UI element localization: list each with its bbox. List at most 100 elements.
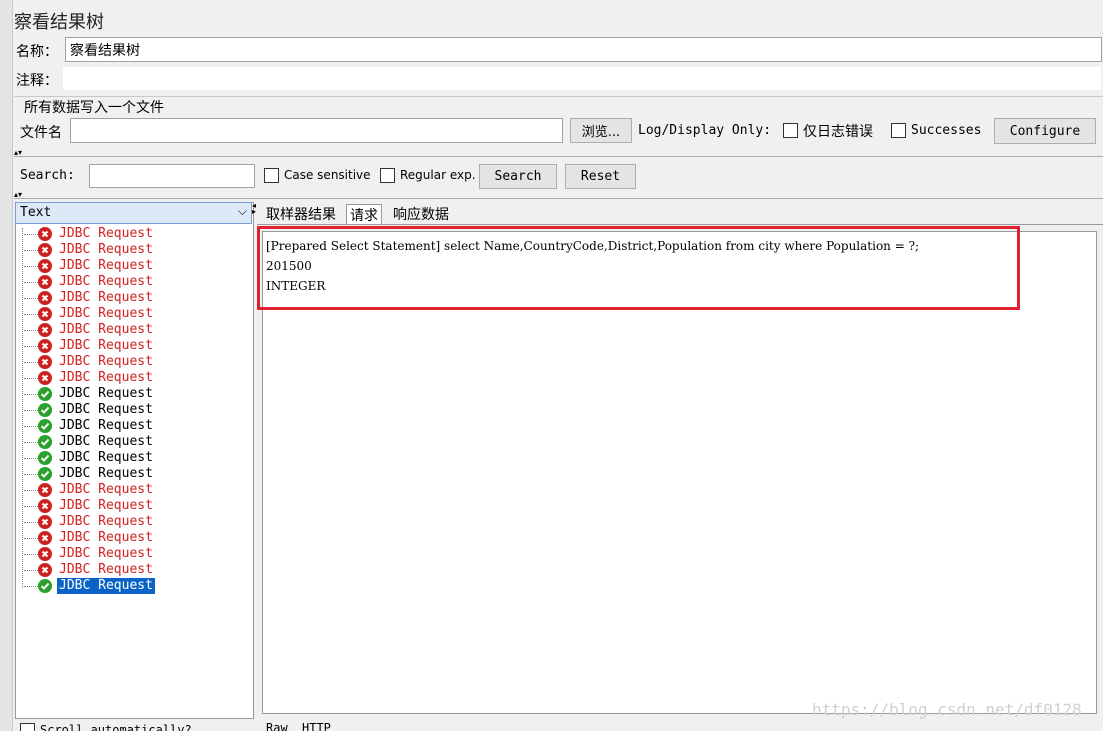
renderer-select-value: Text	[20, 205, 52, 220]
tree-connector	[24, 250, 38, 251]
comment-input[interactable]	[62, 66, 1102, 91]
successes-checkbox[interactable]	[891, 123, 906, 138]
tree-connector	[24, 554, 38, 555]
error-shield-icon	[38, 547, 52, 561]
highlight-box	[257, 226, 1020, 310]
tree-row-label: JDBC Request	[59, 402, 153, 417]
tree-row-label: JDBC Request	[59, 226, 153, 241]
tree-connector	[24, 378, 38, 379]
case-sensitive-label: Case sensitive	[284, 168, 371, 182]
tree-connector	[24, 442, 38, 443]
success-shield-icon	[38, 451, 52, 465]
tree-connector	[24, 298, 38, 299]
bottom-tabs: Raw HTTP	[262, 718, 342, 731]
tree-row-label: JDBC Request	[59, 562, 153, 577]
watermark: https://blog.csdn.net/df0128	[812, 700, 1082, 719]
tree-connector	[24, 410, 38, 411]
error-shield-icon	[38, 339, 52, 353]
success-shield-icon	[38, 387, 52, 401]
filename-input[interactable]	[70, 118, 563, 143]
filename-label: 文件名	[20, 125, 62, 141]
tree-row-label: JDBC Request	[59, 322, 153, 337]
error-shield-icon	[38, 563, 52, 577]
tab-request[interactable]: 请求	[346, 204, 382, 225]
tab-response-data[interactable]: 响应数据	[390, 204, 452, 224]
tree-connector	[24, 506, 38, 507]
case-sensitive-checkbox[interactable]	[264, 168, 279, 183]
reset-button[interactable]: Reset	[565, 164, 636, 189]
tree-row-label: JDBC Request	[59, 354, 153, 369]
tree-row-label: JDBC Request	[59, 418, 153, 433]
error-shield-icon	[38, 259, 52, 273]
tree-connector	[24, 458, 38, 459]
tree-row-label: JDBC Request	[59, 466, 153, 481]
tree-row-label: JDBC Request	[59, 546, 153, 561]
tree-row-label: JDBC Request	[59, 530, 153, 545]
scroll-auto-label: Scroll automatically?	[40, 723, 192, 731]
success-shield-icon	[38, 403, 52, 417]
error-shield-icon	[38, 275, 52, 289]
tree-row-label: JDBC Request	[59, 242, 153, 257]
errors-only-checkbox[interactable]	[783, 123, 798, 138]
separator-line	[14, 156, 1103, 157]
tree-connector	[24, 234, 38, 235]
window-left-border	[0, 0, 13, 731]
tree-row-label: JDBC Request	[59, 274, 153, 289]
scroll-auto-row: Scroll automatically?	[16, 720, 256, 731]
success-shield-icon	[38, 579, 52, 593]
tree-connector	[24, 522, 38, 523]
log-display-label: Log/Display Only:	[638, 123, 772, 138]
tree-row-label: JDBC Request	[59, 434, 153, 449]
tree-connector	[24, 362, 38, 363]
tree-connector	[24, 490, 38, 491]
configure-button[interactable]: Configure	[994, 118, 1096, 144]
error-shield-icon	[38, 307, 52, 321]
tab-raw[interactable]: Raw	[266, 721, 288, 731]
errors-only-label: 仅日志错误	[803, 124, 873, 140]
error-shield-icon	[38, 483, 52, 497]
tree-row-label: JDBC Request	[59, 338, 153, 353]
tree-row-label: JDBC Request	[59, 306, 153, 321]
search-label: Search:	[20, 168, 75, 183]
tree-connector	[24, 394, 38, 395]
tree-row-label: JDBC Request	[59, 386, 153, 401]
tree-row-label: JDBC Request	[59, 290, 153, 305]
results-tree: JDBC Request JDBC Request JDBC Request JDBC…	[16, 226, 251, 716]
tree-row-label: JDBC Request	[59, 258, 153, 273]
browse-button[interactable]: 浏览...	[570, 118, 632, 143]
file-section-title: 所有数据写入一个文件	[22, 97, 166, 117]
name-label: 名称：	[16, 44, 58, 60]
tabs-baseline	[257, 224, 1103, 225]
tree-connector	[24, 570, 38, 571]
tree-row-label: JDBC Request	[59, 450, 153, 465]
separator-line-2	[14, 198, 1103, 199]
regular-exp-checkbox[interactable]	[380, 168, 395, 183]
success-shield-icon	[38, 419, 52, 433]
renderer-select[interactable]: Text ⌵	[15, 202, 252, 224]
error-shield-icon	[38, 515, 52, 529]
splitter-vertical-handle[interactable]: ◂ ▸	[252, 202, 256, 216]
search-input[interactable]	[89, 164, 255, 188]
tree-connector	[24, 330, 38, 331]
tab-http[interactable]: HTTP	[302, 721, 331, 731]
tree-row-label: JDBC Request	[57, 578, 155, 594]
tree-connector	[24, 282, 38, 283]
success-shield-icon	[38, 467, 52, 481]
error-shield-icon	[38, 499, 52, 513]
error-shield-icon	[38, 531, 52, 545]
tree-connector	[24, 346, 38, 347]
tree-connector	[24, 586, 38, 587]
tree-row-label: JDBC Request	[59, 482, 153, 497]
tree-row-label: JDBC Request	[59, 370, 153, 385]
tree-connector	[24, 426, 38, 427]
tree-row-label: JDBC Request	[59, 498, 153, 513]
regular-exp-label: Regular exp.	[400, 168, 476, 182]
success-shield-icon	[38, 435, 52, 449]
tree-connector	[24, 538, 38, 539]
tab-sampler-result[interactable]: 取样器结果	[263, 204, 339, 224]
name-input[interactable]	[65, 37, 1102, 62]
scroll-auto-checkbox[interactable]	[20, 723, 35, 731]
search-button[interactable]: Search	[479, 164, 557, 189]
tree-connector	[24, 474, 38, 475]
error-shield-icon	[38, 371, 52, 385]
